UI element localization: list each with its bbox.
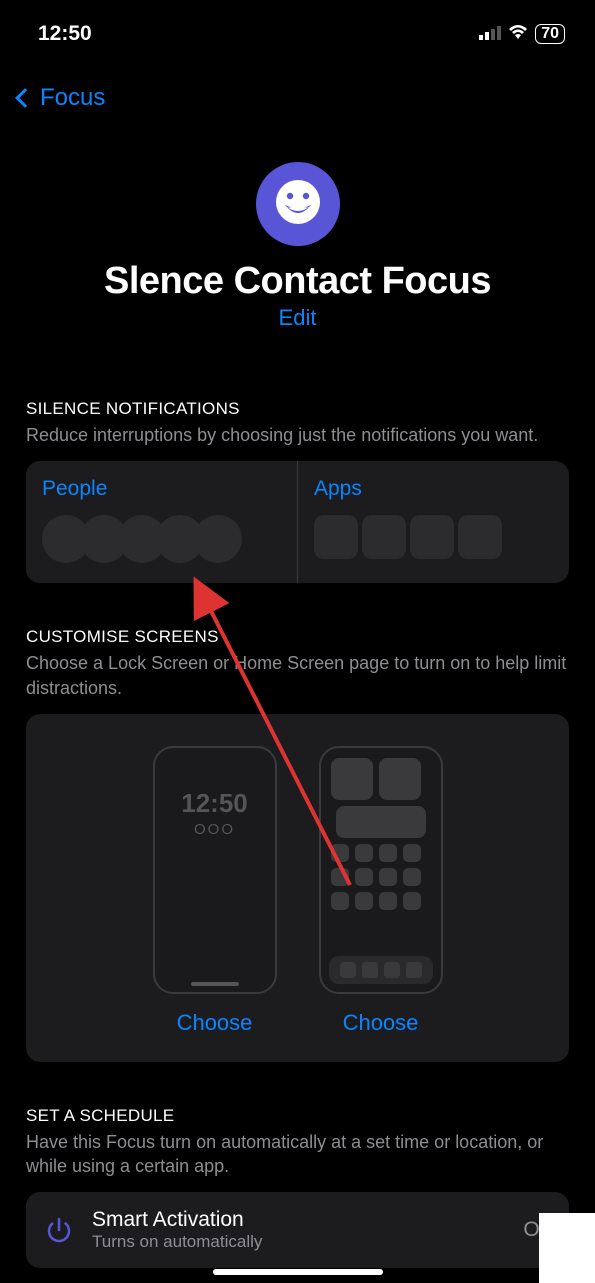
power-icon [44,1215,74,1245]
status-right: 70 [479,22,565,46]
smart-subtitle: Turns on automatically [92,1232,505,1252]
cellular-icon [479,22,501,46]
back-button[interactable]: Focus [18,84,105,112]
home-screen-choose[interactable]: Choose [319,746,443,1036]
smart-title: Smart Activation [92,1208,505,1232]
apps-label: Apps [314,477,553,501]
silence-header: SILENCE NOTIFICATIONS [26,399,569,419]
people-placeholder [42,515,281,563]
lock-screen-choose[interactable]: 12:50 OOO Choose [153,746,277,1036]
people-button[interactable]: People [26,461,298,583]
apps-placeholder [314,515,553,559]
silence-section: SILENCE NOTIFICATIONS Reduce interruptio… [0,399,595,583]
customise-section: CUSTOMISE SCREENS Choose a Lock Screen o… [0,627,595,1062]
focus-header: Slence Contact Focus Edit [0,122,595,341]
schedule-header: SET A SCHEDULE [26,1106,569,1126]
overlay-square [539,1213,595,1283]
status-time: 12:50 [38,22,92,46]
nav-bar: Focus [0,54,595,122]
edit-button[interactable]: Edit [279,305,317,331]
silence-desc: Reduce interruptions by choosing just th… [26,423,569,447]
apps-button[interactable]: Apps [298,461,569,583]
people-label: People [42,477,281,501]
lock-screen-preview: 12:50 OOO [153,746,277,994]
choose-lock-label: Choose [153,1010,277,1036]
smart-activation-row[interactable]: Smart Activation Turns on automatically … [26,1192,569,1268]
focus-title: Slence Contact Focus [20,260,575,303]
back-label: Focus [40,84,105,112]
focus-avatar [256,162,340,246]
choose-home-label: Choose [319,1010,443,1036]
silence-card: People Apps [26,461,569,583]
customise-desc: Choose a Lock Screen or Home Screen page… [26,651,569,700]
home-screen-preview [319,746,443,994]
lock-time: 12:50 [155,788,275,819]
lock-dots: OOO [155,821,275,838]
schedule-section: SET A SCHEDULE Have this Focus turn on a… [0,1106,595,1269]
battery-icon: 70 [535,24,565,44]
customise-header: CUSTOMISE SCREENS [26,627,569,647]
home-indicator[interactable] [213,1269,383,1275]
grinning-face-icon [275,179,321,230]
wifi-icon [507,22,529,46]
status-bar: 12:50 70 [0,0,595,54]
screens-card: 12:50 OOO Choose Choose [26,714,569,1062]
schedule-desc: Have this Focus turn on automatically at… [26,1130,569,1179]
schedule-card: Smart Activation Turns on automatically … [26,1192,569,1268]
chevron-left-icon [15,88,35,108]
